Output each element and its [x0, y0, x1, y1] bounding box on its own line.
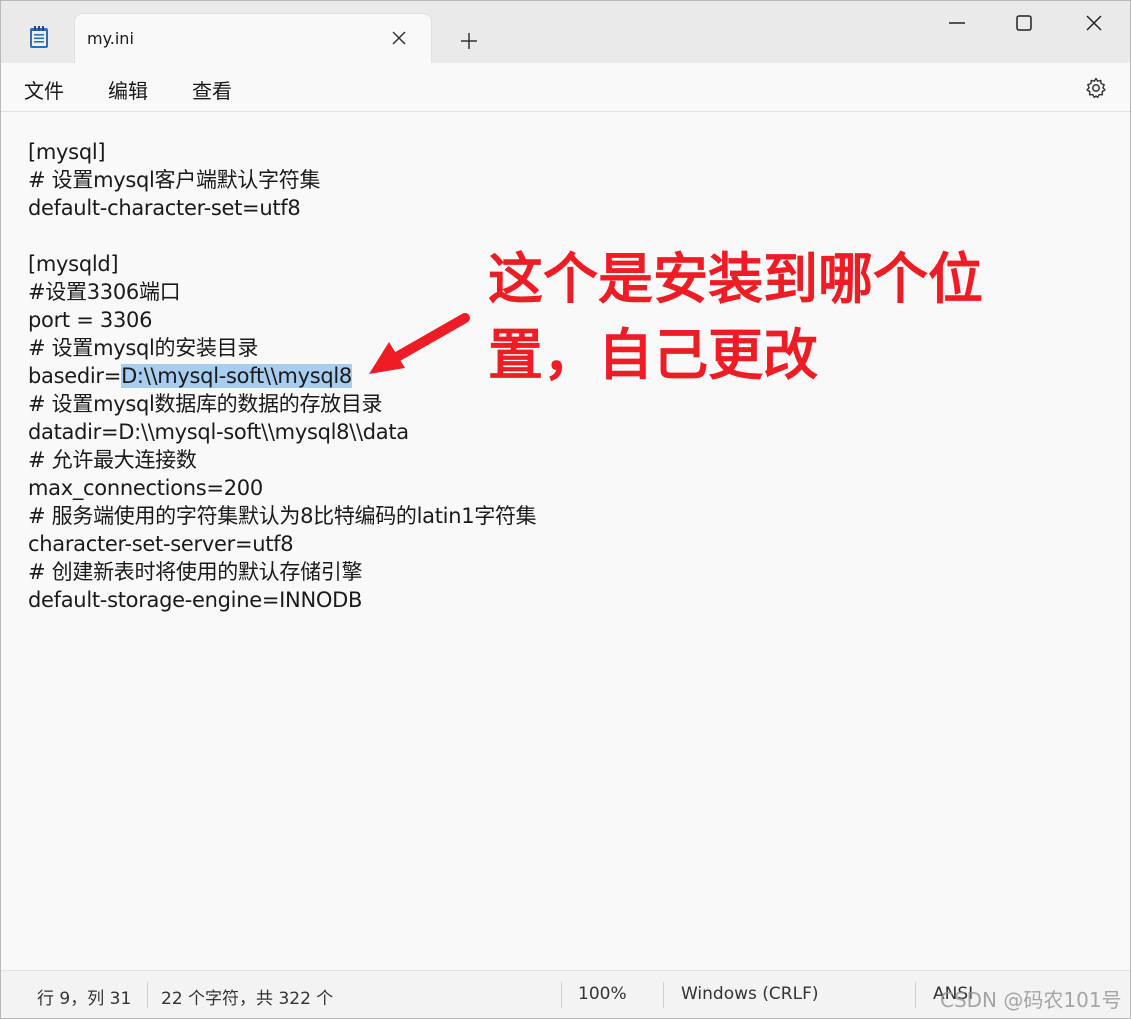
close-window-icon[interactable]	[1084, 13, 1104, 33]
editor-line: # 设置mysql客户端默认字符集	[28, 168, 321, 192]
tab-title: my.ini	[87, 29, 134, 48]
editor-line: # 允许最大连接数	[28, 448, 197, 472]
tab-my-ini[interactable]: my.ini	[75, 14, 431, 63]
status-divider	[561, 982, 562, 1008]
selected-text: D:\\mysql-soft\\mysql8	[121, 364, 352, 388]
notepad-window: my.ini 文件 编辑 查看 [mysql] # 设置mysql客户端默认字符…	[0, 0, 1131, 1019]
close-tab-icon[interactable]	[391, 30, 407, 46]
editor-line: [mysqld]	[28, 252, 119, 276]
editor-line: [mysql]	[28, 140, 106, 164]
menu-edit[interactable]: 编辑	[108, 75, 148, 104]
red-arrow-icon	[369, 313, 470, 374]
editor-line: character-set-server=utf8	[28, 532, 294, 556]
notepad-app-icon	[30, 26, 48, 48]
editor-line: default-storage-engine=INNODB	[28, 588, 363, 612]
status-divider	[663, 982, 664, 1008]
annotation-line-2: 置，自己更改	[488, 323, 819, 387]
settings-gear-icon[interactable]	[1084, 76, 1108, 100]
character-count: 22 个字符，共 322 个	[161, 989, 334, 1009]
editor-line: max_connections=200	[28, 476, 263, 500]
zoom-level[interactable]: 100%	[578, 984, 627, 1004]
menu-file[interactable]: 文件	[24, 75, 64, 104]
line-ending[interactable]: Windows (CRLF)	[681, 984, 819, 1004]
red-annotation-text: 这个是安装到哪个位 置，自己更改	[488, 241, 1068, 393]
basedir-key: basedir=	[28, 364, 122, 388]
new-tab-plus-icon[interactable]	[459, 31, 479, 51]
editor-line: # 创建新表时将使用的默认存储引擎	[28, 560, 363, 584]
maximize-icon[interactable]	[1014, 13, 1034, 33]
status-divider	[915, 982, 916, 1008]
editor-line: # 设置mysql数据库的数据的存放目录	[28, 392, 383, 416]
menu-view[interactable]: 查看	[192, 75, 232, 104]
title-bar: my.ini	[1, 1, 1130, 63]
editor-line: default-character-set=utf8	[28, 196, 301, 220]
csdn-watermark: CSDN @码农101号	[940, 988, 1122, 1012]
editor-line: #设置3306端口	[28, 280, 181, 304]
status-divider	[147, 982, 148, 1008]
menu-bar: 文件 编辑 查看	[1, 63, 1130, 112]
cursor-position: 行 9，列 31	[37, 989, 132, 1009]
annotation-line-1: 这个是安装到哪个位	[488, 247, 984, 311]
minimize-icon[interactable]	[947, 13, 967, 33]
editor-line: # 服务端使用的字符集默认为8比特编码的latin1字符集	[28, 504, 537, 528]
editor-line: datadir=D:\\mysql-soft\\mysql8\\data	[28, 420, 409, 444]
